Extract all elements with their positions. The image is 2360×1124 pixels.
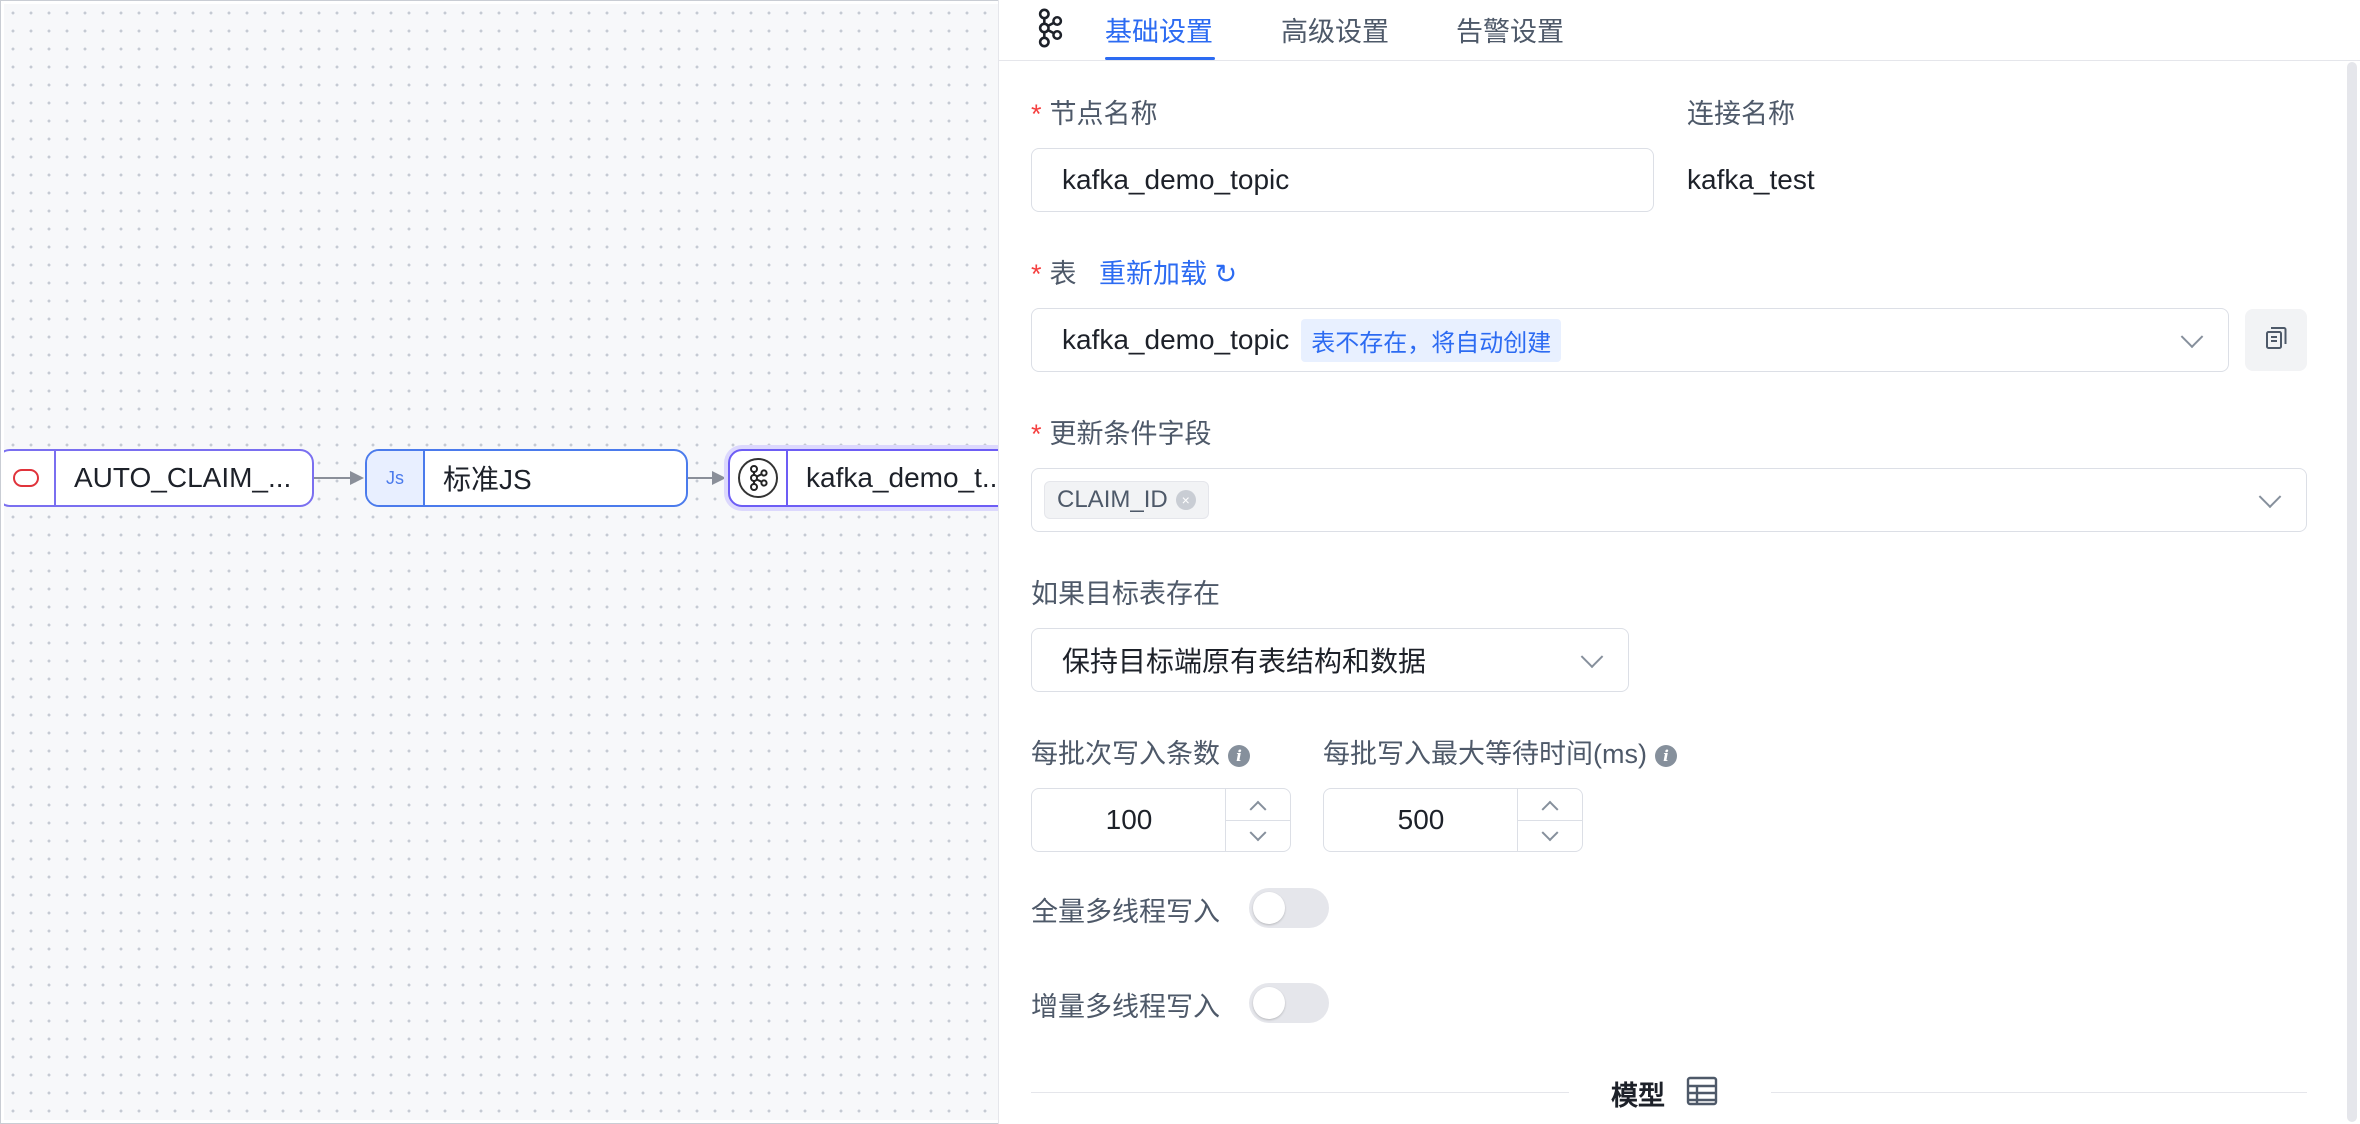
node-settings-panel: 基础设置 高级设置 告警设置 * 节点名称 kafka_demo_topic 连接…	[998, 0, 2360, 1124]
chevron-down-icon	[2180, 325, 2204, 349]
batch-wait-stepper[interactable]: 500	[1323, 788, 1583, 852]
info-icon[interactable]: i	[1228, 744, 1250, 767]
field-chip[interactable]: CLAIM_ID ×	[1044, 481, 1209, 519]
increment-button[interactable]	[1226, 789, 1290, 821]
source-node[interactable]: AUTO_CLAIM_...	[4, 449, 314, 507]
node-name-input[interactable]: kafka_demo_topic	[1031, 148, 1654, 212]
model-divider-right	[1771, 1092, 2307, 1093]
tab-alert-settings[interactable]: 告警设置	[1456, 10, 1564, 49]
batch-count-label: 每批次写入条数 i	[1031, 732, 1250, 771]
batch-count-stepper[interactable]: 100	[1031, 788, 1291, 852]
tab-basic-settings[interactable]: 基础设置	[1105, 10, 1213, 49]
edge-source-to-js	[314, 471, 364, 485]
increment-button[interactable]	[1518, 789, 1582, 821]
oracle-icon	[4, 451, 56, 505]
table-icon[interactable]	[1685, 1074, 1719, 1113]
active-tab-indicator	[1105, 57, 1215, 60]
chevron-down-icon	[2258, 485, 2282, 509]
copy-button[interactable]	[2245, 309, 2307, 371]
incr-multithread-label: 增量多线程写入	[1031, 992, 1220, 1022]
kafka-node-label: kafka_demo_t...	[806, 462, 998, 493]
batch-wait-value[interactable]: 500	[1324, 789, 1518, 851]
source-node-label: AUTO_CLAIM_...	[74, 462, 292, 493]
model-section-title: 模型	[1611, 1081, 1665, 1111]
update-fields-select[interactable]: CLAIM_ID ×	[1031, 468, 2307, 532]
node-name-label: * 节点名称	[1031, 99, 1158, 129]
full-multithread-label: 全量多线程写入	[1031, 897, 1220, 927]
decrement-button[interactable]	[1518, 821, 1582, 852]
table-label: * 表	[1031, 259, 1077, 289]
info-icon[interactable]: i	[1654, 744, 1677, 767]
kafka-icon	[730, 451, 788, 505]
refresh-icon: ↻	[1214, 259, 1238, 289]
tab-advanced-settings[interactable]: 高级设置	[1281, 10, 1389, 49]
required-mark: *	[1031, 99, 1042, 129]
incr-multithread-toggle[interactable]	[1249, 983, 1329, 1023]
kafka-node[interactable]: kafka_demo_t...	[728, 449, 998, 507]
js-node-label: 标准JS	[443, 464, 532, 495]
decrement-button[interactable]	[1226, 821, 1290, 852]
connection-name-value: kafka_test	[1687, 164, 1815, 195]
full-multithread-toggle[interactable]	[1249, 888, 1329, 928]
remove-chip-icon[interactable]: ×	[1175, 490, 1196, 510]
table-select[interactable]: kafka_demo_topic 表不存在，将自动创建	[1031, 308, 2229, 372]
settings-tabs: 基础设置 高级设置 告警设置	[999, 0, 2360, 61]
batch-wait-label: 每批写入最大等待时间(ms) i	[1323, 732, 1677, 771]
reload-link[interactable]: 重新加载 ↻	[1099, 252, 1237, 291]
chevron-down-icon	[1580, 645, 1604, 669]
js-node[interactable]: Js 标准JS	[365, 449, 688, 507]
dag-canvas[interactable]: AUTO_CLAIM_... Js 标准JS kafka_demo_t...	[4, 4, 998, 1120]
table-auto-create-tag: 表不存在，将自动创建	[1301, 318, 1562, 362]
table-select-value: kafka_demo_topic	[1062, 324, 1290, 355]
if-exists-label: 如果目标表存在	[1031, 579, 1220, 609]
model-divider-left	[1031, 1092, 1569, 1093]
if-exists-select[interactable]: 保持目标端原有表结构和数据	[1031, 628, 1629, 692]
update-fields-label: * 更新条件字段	[1031, 419, 1212, 449]
js-icon: Js	[367, 451, 425, 505]
kafka-icon	[1035, 8, 1063, 53]
edge-js-to-kafka	[688, 471, 726, 485]
connection-name-label: 连接名称	[1687, 99, 1795, 129]
panel-scrollbar[interactable]	[2347, 62, 2357, 1122]
batch-count-value[interactable]: 100	[1032, 789, 1226, 851]
copy-icon	[2263, 325, 2289, 356]
